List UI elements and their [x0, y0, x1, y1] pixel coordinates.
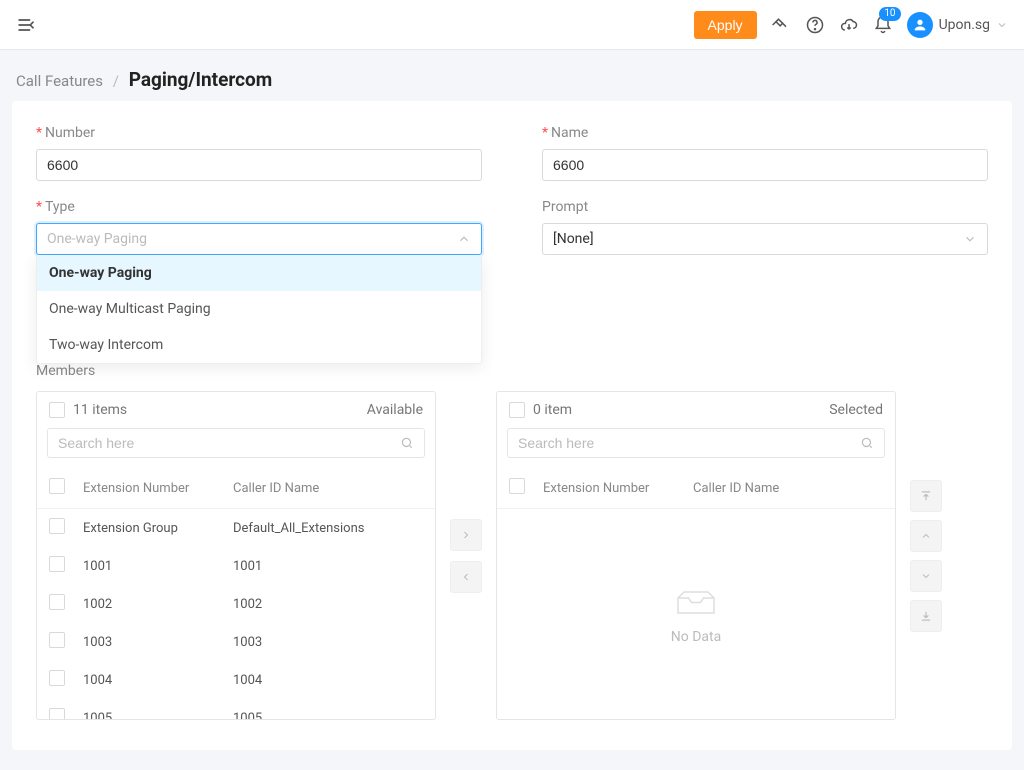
available-count: 11 items	[73, 402, 127, 418]
chevron-up-icon	[457, 232, 471, 246]
prompt-select-value: [None]	[553, 231, 594, 247]
no-data-label: No Data	[671, 629, 721, 645]
row-checkbox[interactable]	[49, 518, 65, 534]
breadcrumb: Call Features / Paging/Intercom	[0, 50, 1024, 101]
selected-status: Selected	[829, 402, 883, 418]
available-select-all-checkbox[interactable]	[49, 402, 65, 418]
row-ext: 1003	[83, 635, 233, 650]
table-row[interactable]: 10051005	[37, 699, 435, 719]
available-header-checkbox[interactable]	[49, 478, 65, 494]
page-title: Paging/Intercom	[129, 68, 273, 91]
selected-select-all-checkbox[interactable]	[509, 402, 525, 418]
available-search[interactable]	[47, 428, 425, 458]
row-ext: 1005	[83, 711, 233, 720]
move-top-button[interactable]	[910, 480, 942, 512]
selected-header: Extension Number Caller ID Name	[497, 468, 895, 509]
table-row[interactable]: 10031003	[37, 623, 435, 661]
selected-count: 0 item	[533, 402, 572, 418]
handshake-icon[interactable]	[771, 15, 791, 35]
name-label: *Name	[542, 125, 988, 141]
row-ext: Extension Group	[83, 521, 233, 536]
row-name: 1005	[233, 711, 423, 720]
selected-panel: 0 item Selected Extension Number Caller …	[496, 391, 896, 720]
available-col-name: Caller ID Name	[233, 481, 423, 496]
search-icon	[860, 436, 874, 450]
available-panel: 11 items Available Extension Number Call…	[36, 391, 436, 720]
chevron-down-icon	[963, 232, 977, 246]
move-down-button[interactable]	[910, 560, 942, 592]
selected-select-all[interactable]: 0 item	[509, 402, 572, 418]
available-header: Extension Number Caller ID Name	[37, 468, 435, 509]
menu-collapse-icon[interactable]	[16, 15, 36, 35]
type-option-two-way-intercom[interactable]: Two-way Intercom	[37, 327, 481, 363]
prompt-label: Prompt	[542, 199, 988, 215]
notification-icon[interactable]: 10	[873, 15, 893, 35]
type-select[interactable]: One-way Paging	[36, 223, 482, 255]
number-label: *Number	[36, 125, 482, 141]
available-col-ext: Extension Number	[83, 481, 233, 496]
row-name: 1004	[233, 673, 423, 688]
username-label: Upon.sg	[939, 17, 990, 33]
avatar-icon	[907, 12, 933, 38]
row-ext: 1001	[83, 559, 233, 574]
breadcrumb-separator: /	[113, 72, 119, 90]
available-status: Available	[367, 402, 423, 418]
selected-search-input[interactable]	[518, 435, 860, 451]
notification-badge: 10	[879, 7, 900, 21]
row-name: Default_All_Extensions	[233, 521, 423, 536]
type-select-value: One-way Paging	[47, 231, 147, 247]
table-row[interactable]: 10041004	[37, 661, 435, 699]
move-up-button[interactable]	[910, 520, 942, 552]
selected-search[interactable]	[507, 428, 885, 458]
chevron-down-icon	[996, 19, 1008, 31]
table-row[interactable]: 10011001	[37, 547, 435, 585]
move-right-button[interactable]	[450, 519, 482, 551]
table-row[interactable]: Extension GroupDefault_All_Extensions	[37, 509, 435, 547]
row-name: 1002	[233, 597, 423, 612]
type-label: *Type	[36, 199, 482, 215]
row-checkbox[interactable]	[49, 632, 65, 648]
table-row[interactable]: 10021002	[37, 585, 435, 623]
available-select-all[interactable]: 11 items	[49, 402, 127, 418]
type-option-one-way-paging[interactable]: One-way Paging	[37, 255, 481, 291]
row-checkbox[interactable]	[49, 594, 65, 610]
row-name: 1001	[233, 559, 423, 574]
row-name: 1003	[233, 635, 423, 650]
type-option-one-way-multicast[interactable]: One-way Multicast Paging	[37, 291, 481, 327]
user-menu[interactable]: Upon.sg	[907, 12, 1008, 38]
search-icon	[400, 436, 414, 450]
shuttle-controls	[450, 391, 482, 720]
move-bottom-button[interactable]	[910, 600, 942, 632]
reorder-controls	[910, 391, 942, 720]
breadcrumb-parent[interactable]: Call Features	[16, 72, 103, 90]
members-title: Members	[36, 363, 988, 379]
apply-button[interactable]: Apply	[694, 11, 757, 39]
cloud-download-icon[interactable]	[839, 15, 859, 35]
selected-empty: No Data	[497, 509, 895, 719]
form-card: *Number *Name *Type One-way Paging One-w…	[12, 101, 1012, 750]
prompt-select[interactable]: [None]	[542, 223, 988, 255]
row-checkbox[interactable]	[49, 556, 65, 572]
available-list: Extension GroupDefault_All_Extensions100…	[37, 509, 435, 719]
available-search-input[interactable]	[58, 435, 400, 451]
number-input[interactable]	[36, 149, 482, 181]
row-checkbox[interactable]	[49, 670, 65, 686]
row-ext: 1004	[83, 673, 233, 688]
name-input[interactable]	[542, 149, 988, 181]
row-ext: 1002	[83, 597, 233, 612]
selected-col-ext: Extension Number	[543, 481, 693, 496]
empty-icon	[671, 583, 721, 619]
move-left-button[interactable]	[450, 561, 482, 593]
selected-header-checkbox[interactable]	[509, 478, 525, 494]
topbar: Apply 10 Upon.sg	[0, 0, 1024, 50]
selected-col-name: Caller ID Name	[693, 481, 883, 496]
help-icon[interactable]	[805, 15, 825, 35]
type-dropdown: One-way Paging One-way Multicast Paging …	[36, 255, 482, 364]
